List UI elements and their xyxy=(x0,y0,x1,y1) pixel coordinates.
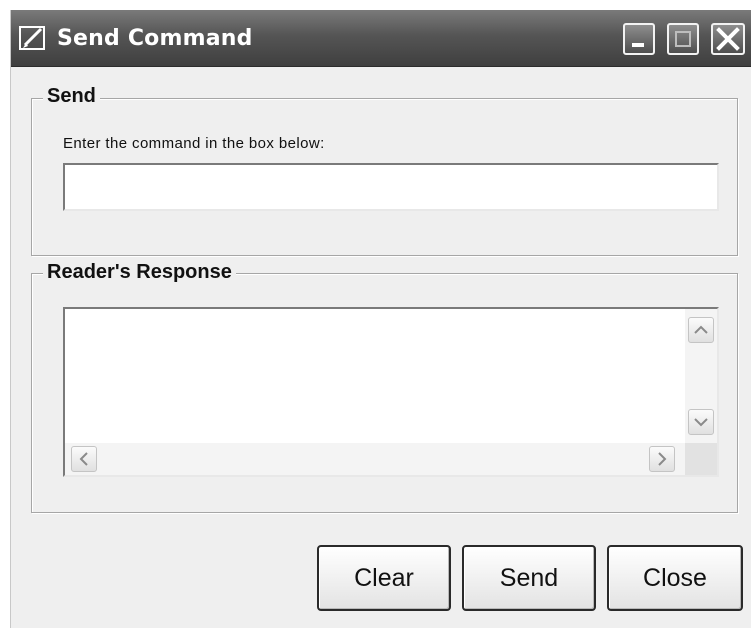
scroll-down-button[interactable] xyxy=(688,409,714,435)
scrollbar-corner xyxy=(685,443,717,475)
scroll-right-button[interactable] xyxy=(649,446,675,472)
chevron-left-icon xyxy=(79,452,88,466)
scroll-up-button[interactable] xyxy=(688,317,714,343)
send-button[interactable]: Send xyxy=(462,545,596,611)
chevron-right-icon xyxy=(658,452,667,466)
chevron-down-icon xyxy=(694,418,708,427)
vertical-scrollbar[interactable] xyxy=(685,309,717,443)
title-bar[interactable]: Send Command xyxy=(11,10,751,67)
edit-pencil-icon xyxy=(19,24,47,52)
horizontal-scrollbar[interactable] xyxy=(65,443,685,475)
command-input[interactable] xyxy=(63,163,719,211)
close-icon xyxy=(716,27,740,51)
clear-button[interactable]: Clear xyxy=(317,545,451,611)
maximize-button[interactable] xyxy=(667,23,699,55)
close-button[interactable]: Close xyxy=(607,545,743,611)
reader-response-textarea[interactable] xyxy=(63,307,719,477)
scroll-left-button[interactable] xyxy=(71,446,97,472)
send-command-window: Send Command Send Enter the command in t… xyxy=(10,10,751,628)
command-prompt-label: Enter the command in the box below: xyxy=(63,135,325,152)
maximize-icon xyxy=(675,31,691,47)
reader-response-group-label: Reader's Response xyxy=(43,261,236,284)
chevron-up-icon xyxy=(694,325,708,334)
close-window-button[interactable] xyxy=(711,23,745,55)
minimize-button[interactable] xyxy=(623,23,655,55)
minimize-icon xyxy=(632,43,644,47)
send-group-label: Send xyxy=(43,85,100,108)
window-title: Send Command xyxy=(57,26,253,51)
